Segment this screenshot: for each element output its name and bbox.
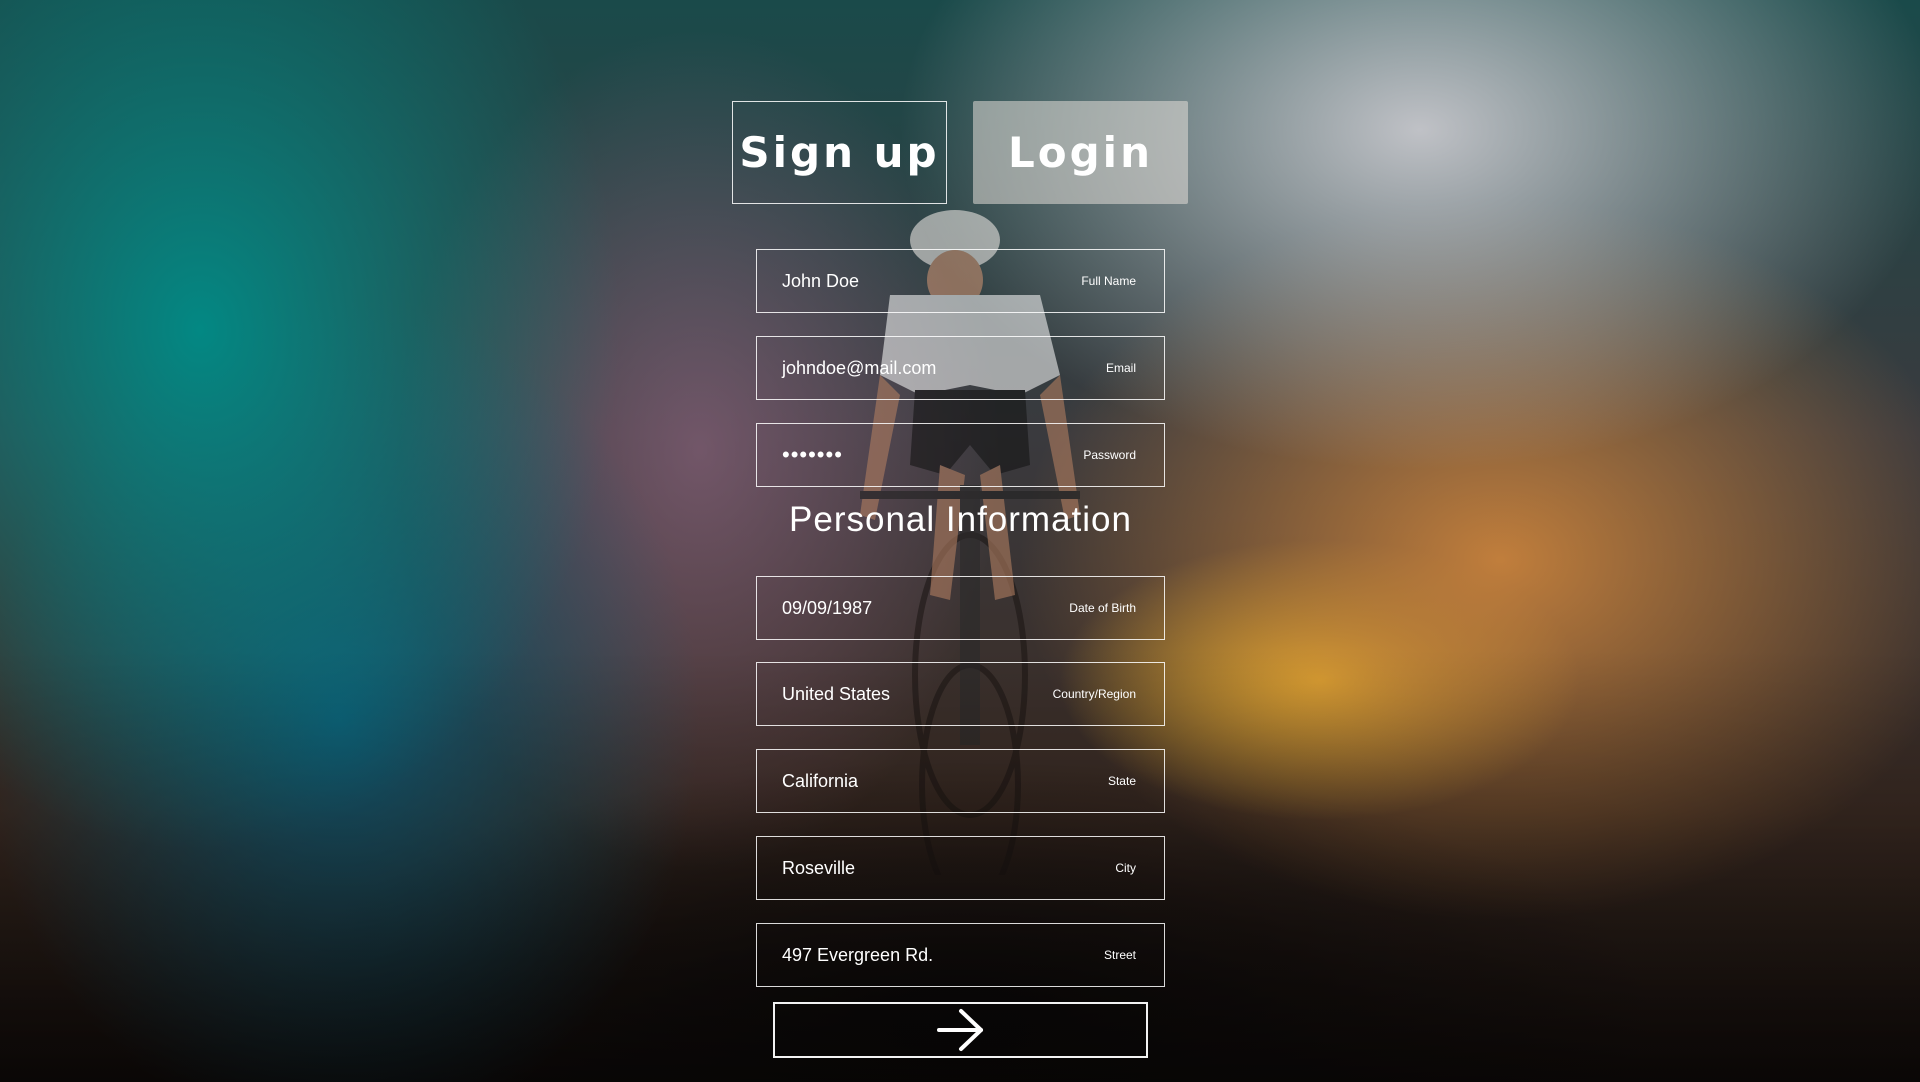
street-field[interactable]: 497 Evergreen Rd. Street — [756, 923, 1165, 987]
password-value: ••••••• — [782, 442, 843, 467]
email-field[interactable]: johndoe@mail.com Email — [756, 336, 1165, 400]
email-value: johndoe@mail.com — [782, 357, 937, 378]
full-name-field[interactable]: John Doe Full Name — [756, 249, 1165, 313]
country-field[interactable]: United States Country/Region — [756, 662, 1165, 726]
country-label: Country/Region — [1052, 687, 1136, 701]
street-label: Street — [1103, 948, 1136, 962]
tab-signup[interactable]: Sign up — [732, 101, 947, 204]
tab-login[interactable]: Login — [973, 101, 1188, 204]
state-field[interactable]: California State — [756, 749, 1165, 813]
background-vignette — [0, 0, 1920, 1082]
country-value: United States — [782, 683, 891, 704]
state-value: California — [782, 770, 859, 791]
state-label: State — [1107, 774, 1136, 788]
date-of-birth-value: 09/09/1987 — [782, 597, 873, 618]
submit-button[interactable] — [773, 1002, 1148, 1058]
date-of-birth-field[interactable]: 09/09/1987 Date of Birth — [756, 576, 1165, 640]
city-field[interactable]: Roseville City — [756, 836, 1165, 900]
arrow-right-icon — [936, 1009, 983, 1051]
city-value: Roseville — [782, 857, 856, 878]
city-label: City — [1115, 861, 1136, 875]
full-name-value: John Doe — [782, 270, 860, 291]
email-label: Email — [1105, 361, 1136, 375]
personal-information-heading: Personal Information — [789, 500, 1132, 539]
street-value: 497 Evergreen Rd. — [782, 944, 934, 965]
full-name-label: Full Name — [1081, 274, 1136, 288]
date-of-birth-label: Date of Birth — [1069, 601, 1136, 615]
password-field[interactable]: ••••••• Password — [756, 423, 1165, 487]
password-label: Password — [1083, 448, 1136, 462]
